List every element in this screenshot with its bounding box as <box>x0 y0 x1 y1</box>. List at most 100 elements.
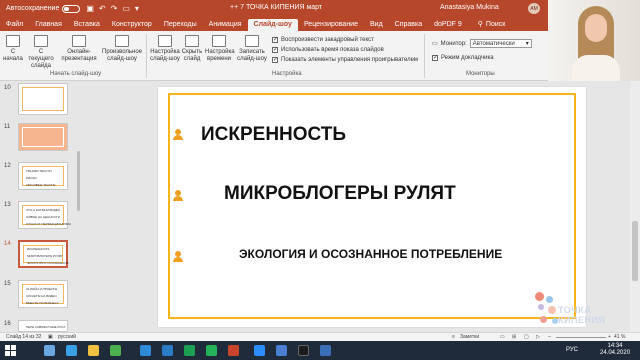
slide-thumbnail[interactable] <box>18 83 68 115</box>
online-present-button[interactable]: Онлайн-презентация <box>60 35 98 63</box>
record-slideshow-label: Записать слайд-шоу <box>237 49 267 62</box>
slide-item-1: ИСКРЕННОСТЬ <box>201 124 347 145</box>
thumb-number: 16 <box>4 321 11 327</box>
slide-thumbnail[interactable]: ОНЛАЙН И ПРОЕКТЫ СЮЖЕТЫ НА ВИДЕО ВМЕСТЕ … <box>18 280 68 308</box>
tab-dopdf[interactable]: doPDF 9 <box>428 21 468 31</box>
tab-view[interactable]: Вид <box>364 21 389 31</box>
thumb-line: МИКРОБЛОГЕРЫ РУЛЯТ <box>27 254 63 258</box>
zoom-icon[interactable] <box>254 345 265 356</box>
tab-file[interactable]: Файл <box>0 21 29 31</box>
search-icon: ⚲ <box>477 21 483 28</box>
from-current-button[interactable]: С текущего слайда <box>26 35 56 70</box>
autosave-toggle[interactable] <box>62 4 81 13</box>
tab-design[interactable]: Конструктор <box>106 21 158 31</box>
language-indicator[interactable]: русский <box>58 334 76 340</box>
powerpoint-icon[interactable] <box>228 345 239 356</box>
narration-checkbox[interactable]: ✓ Воспроизвести закадровый текст <box>272 37 374 43</box>
start-icon[interactable] <box>5 345 16 356</box>
thumb-line: ОНЛАЙН И ПРОЕКТЫ <box>26 287 58 291</box>
custom-slideshow-button[interactable]: Произвольное слайд-шоу <box>102 35 142 63</box>
slide-thumbnail[interactable] <box>18 123 68 151</box>
powerpoint-window: Автосохранение ▣ ↶ ↷ ▭ ▾ ++ 7 ТОЧКА КИПЕ… <box>0 0 640 360</box>
search-box[interactable]: ⚲ Поиск <box>468 20 510 31</box>
ribbon-tabs: Файл Главная Вставка Конструктор Переход… <box>0 17 548 31</box>
thumb-number: 10 <box>4 85 11 91</box>
spellcheck-icon[interactable]: ▣ <box>48 334 53 340</box>
record-slideshow-button[interactable]: Записать слайд-шоу <box>236 35 268 63</box>
rehearse-timings-button[interactable]: Настройка времени <box>205 35 235 63</box>
slideshow-view-icon[interactable]: ▷ <box>536 334 540 340</box>
app-icon[interactable] <box>298 345 309 356</box>
slide-thumbnail[interactable]: ЧТО-А КОТЫНИ ВИДЕО ЖИВНЕ НА ЦЕННОСТИ ОТК… <box>18 201 71 229</box>
zoom-in-icon[interactable]: + <box>608 334 611 340</box>
zoom-out-icon[interactable]: – <box>548 334 551 340</box>
slide-thumbnail[interactable]: УМНИКИ ТЕКСТЫ МАСКИ КРАСИВЫЕ ТЕКСТЫ <box>18 162 68 190</box>
title-bar: Автосохранение ▣ ↶ ↷ ▭ ▾ ++ 7 ТОЧКА КИПЕ… <box>0 0 548 17</box>
narration-label: Воспроизвести закадровый текст <box>281 37 374 43</box>
messenger-icon[interactable] <box>206 345 217 356</box>
monitor-label: Монитор: <box>440 40 467 47</box>
hide-slide-button[interactable]: Скрыть слайд <box>181 35 203 63</box>
media-controls-label: Показать элементы управления проигрывате… <box>281 57 419 63</box>
redo-icon[interactable]: ↷ <box>111 4 118 13</box>
tab-insert[interactable]: Вставка <box>68 21 106 31</box>
person-bullet-icon <box>173 251 183 262</box>
status-bar: Слайд 14 из 32 ▣ русский ≡ Заметки ▭ ⊞ ▢… <box>0 332 640 341</box>
monitor-dropdown[interactable]: Автоматически <box>469 39 532 48</box>
zoom-level[interactable]: 41 % <box>614 334 625 340</box>
slide-counter: Слайд 14 из 32 <box>6 334 42 340</box>
tab-help[interactable]: Справка <box>389 21 428 31</box>
current-slide[interactable]: ИСКРЕННОСТЬ МИКРОБЛОГЕРЫ РУЛЯТ ЭКОЛОГИЯ … <box>158 87 586 327</box>
app-icon[interactable] <box>320 345 331 356</box>
tab-review[interactable]: Рецензирование <box>298 21 364 31</box>
setup-slideshow-button[interactable]: Настройка слайд-шоу <box>150 35 180 63</box>
autosave-toggle-group[interactable]: Автосохранение <box>6 4 81 13</box>
normal-view-icon[interactable]: ▭ <box>500 334 505 340</box>
edge-icon[interactable] <box>66 345 77 356</box>
decor-dot <box>538 304 544 310</box>
reading-view-icon[interactable]: ▢ <box>524 334 529 340</box>
thumbnails-scrollbar[interactable] <box>76 81 81 332</box>
presenter-view-label: Режим докладчика <box>441 55 494 61</box>
tab-slideshow[interactable]: Слайд-шоу <box>247 19 298 31</box>
word-icon[interactable] <box>162 345 173 356</box>
slide-thumbnail[interactable]: ПЕРЕ СОВМЕСТНЫЕ РОСТ <box>18 320 68 332</box>
tab-animations[interactable]: Анимация <box>203 21 248 31</box>
checkbox-checked-icon: ✓ <box>432 55 439 61</box>
from-start-button[interactable]: С начала <box>3 35 23 63</box>
decor-dot <box>548 306 556 314</box>
whatsapp-icon[interactable] <box>184 345 195 356</box>
system-clock[interactable]: 14:34 24.04.2020 <box>600 343 630 357</box>
timings-checkbox[interactable]: ✓ Использовать время показа слайдов <box>272 47 384 53</box>
setup-slideshow-icon <box>158 35 172 47</box>
app-icon[interactable] <box>276 345 287 356</box>
hide-slide-icon <box>185 35 199 47</box>
ribbon: С начала С текущего слайда Онлайн-презен… <box>0 31 548 81</box>
editor-scrollbar[interactable] <box>630 81 640 332</box>
slide-editor: ИСКРЕННОСТЬ МИКРОБЛОГЕРЫ РУЛЯТ ЭКОЛОГИЯ … <box>82 81 632 332</box>
undo-icon[interactable]: ↶ <box>99 4 106 13</box>
decor-dot <box>535 292 544 301</box>
avatar[interactable]: AM <box>528 3 540 14</box>
mail-icon[interactable] <box>140 345 151 356</box>
slideshow-icon[interactable]: ▭ <box>122 4 130 13</box>
user-name[interactable]: Anastasiya Mukina <box>440 4 499 11</box>
presenter-view-checkbox[interactable]: ✓ Режим докладчика <box>432 55 494 61</box>
tab-home[interactable]: Главная <box>29 21 68 31</box>
rehearse-timings-label: Настройка времени <box>205 49 235 62</box>
chrome-icon[interactable] <box>110 345 121 356</box>
zoom-slider[interactable] <box>556 337 606 338</box>
language-indicator[interactable]: РУС <box>566 347 578 353</box>
monitor-selector[interactable]: ▭ Монитор: Автоматически <box>432 39 532 48</box>
slide-thumbnail-selected[interactable]: ИСКРЕННОСТЬ МИКРОБЛОГЕРЫ РУЛЯТ ЭКОЛОГИЯ … <box>18 240 69 268</box>
media-controls-checkbox[interactable]: ✓ Показать элементы управления проигрыва… <box>272 57 418 63</box>
tab-transitions[interactable]: Переходы <box>158 21 203 31</box>
customize-icon[interactable]: ▾ <box>135 4 139 13</box>
save-icon[interactable]: ▣ <box>86 4 94 13</box>
explorer-icon[interactable] <box>88 345 99 356</box>
custom-slideshow-label: Произвольное слайд-шоу <box>102 49 143 62</box>
notes-button[interactable]: Заметки <box>460 334 479 340</box>
taskview-icon[interactable] <box>44 345 55 356</box>
sorter-view-icon[interactable]: ⊞ <box>512 334 516 340</box>
autosave-label: Автосохранение <box>6 5 60 12</box>
